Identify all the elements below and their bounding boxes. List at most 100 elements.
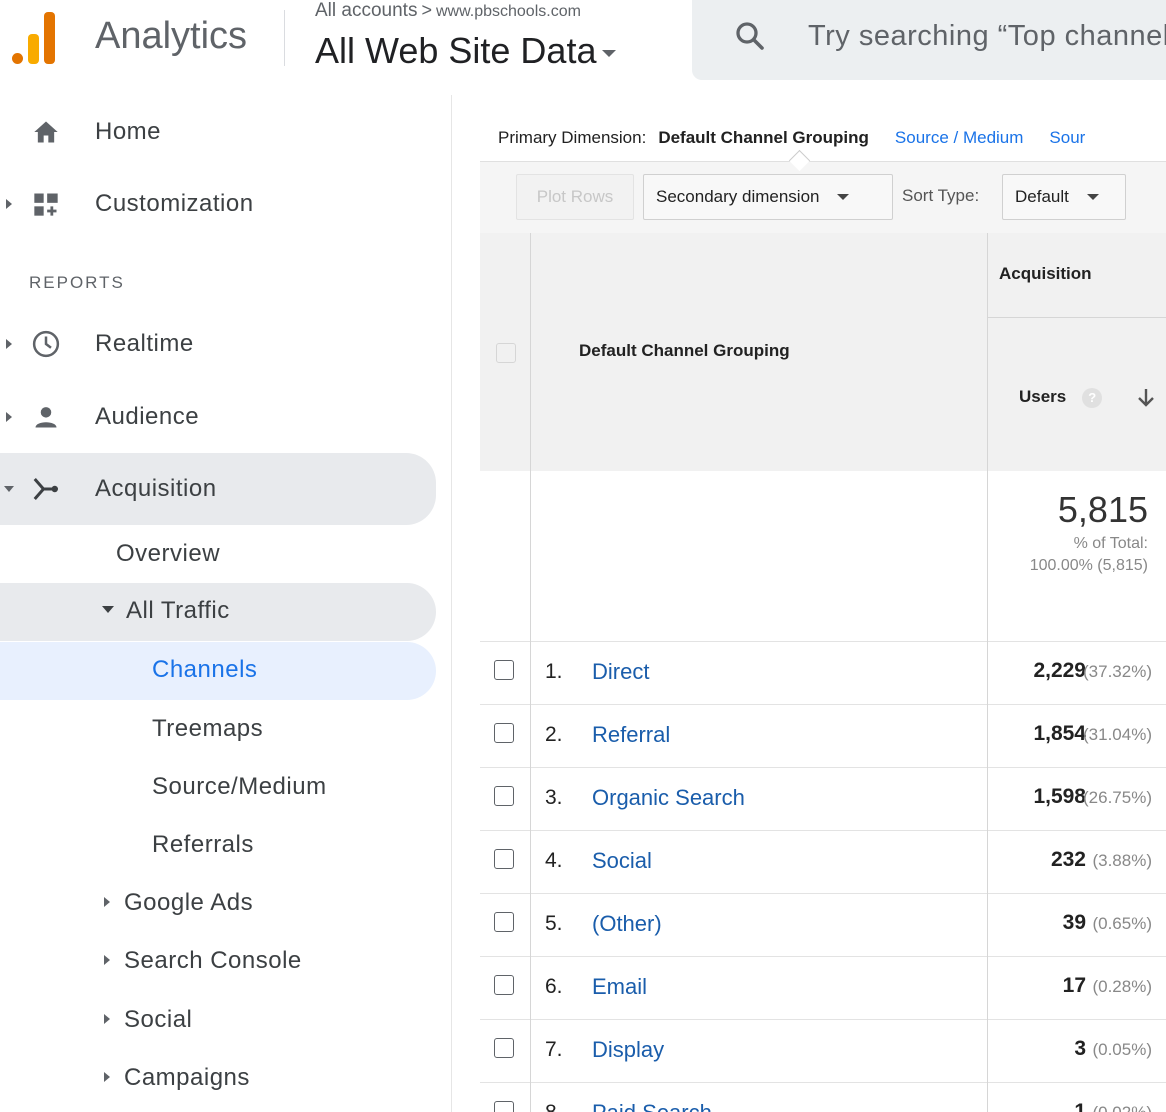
sidebar-item-label: Acquisition [95, 475, 217, 502]
users-percent: (0.05%) [1092, 1040, 1152, 1059]
sidebar-item-social[interactable]: Social [104, 1006, 192, 1034]
row-checkbox[interactable] [494, 1038, 514, 1058]
chevron-right-icon [6, 339, 12, 349]
sidebar-item-source-medium[interactable]: Source/Medium [152, 773, 327, 801]
sidebar-item-google-ads[interactable]: Google Ads [104, 889, 253, 917]
view-selector[interactable]: All Web Site Data [315, 30, 617, 72]
analytics-logo-icon[interactable] [12, 12, 60, 64]
channel-link[interactable]: Social [592, 848, 652, 874]
row-checkbox[interactable] [494, 723, 514, 743]
row-number: 4. [545, 849, 563, 872]
row-number: 5. [545, 912, 563, 935]
plot-rows-button[interactable]: Plot Rows [516, 174, 634, 220]
row-number: 2. [545, 723, 563, 746]
caret-right-icon [104, 896, 110, 907]
sidebar-item-home[interactable]: Home [0, 103, 436, 161]
breadcrumb-account[interactable]: All accounts [315, 0, 417, 21]
select-all-checkbox[interactable] [496, 343, 516, 363]
users-value: 1,854 [1033, 722, 1086, 745]
sort-type-dropdown[interactable]: Default [1002, 174, 1126, 220]
sort-type-value: Default [1015, 187, 1069, 206]
campaigns-label: Campaigns [124, 1064, 250, 1091]
sidebar-item-acquisition[interactable]: Acquisition [0, 453, 436, 525]
row-checkbox[interactable] [494, 1101, 514, 1112]
users-value: 232 [1050, 848, 1086, 871]
table-row: 6. Email 17 (0.28%) [480, 956, 1166, 1020]
dimension-link-source-medium[interactable]: Source / Medium [895, 128, 1024, 147]
primary-dimension-label: Primary Dimension: [498, 128, 647, 147]
users-value: 1,598 [1033, 785, 1086, 808]
sidebar-item-campaigns[interactable]: Campaigns [104, 1064, 250, 1092]
breadcrumb-separator: > [421, 0, 432, 20]
search-input[interactable]: Try searching “Top channels [808, 20, 1166, 53]
row-checkbox[interactable] [494, 660, 514, 680]
row-number: 7. [545, 1038, 563, 1061]
channel-link[interactable]: Email [592, 974, 647, 1000]
users-value: 1 [1074, 1100, 1086, 1112]
dimension-link-source[interactable]: Sour [1049, 128, 1085, 147]
chevron-down-icon [1086, 194, 1099, 200]
sidebar-item-all-traffic[interactable]: All Traffic [0, 583, 436, 641]
help-icon[interactable]: ? [1082, 387, 1103, 408]
table-row: 2. Referral 1,854 (31.04%) [480, 704, 1166, 768]
app-header: Analytics All accounts > www.pbschools.com… [0, 0, 1166, 95]
channel-link[interactable]: Referral [592, 722, 670, 748]
total-percent-value: 100.00% (5,815) [1029, 557, 1148, 574]
view-name: All Web Site Data [315, 30, 597, 71]
users-percent: (37.32%) [1083, 662, 1152, 681]
sidebar-item-label: Home [95, 118, 162, 145]
row-checkbox[interactable] [494, 786, 514, 806]
table-row: 1. Direct 2,229 (37.32%) [480, 641, 1166, 705]
all-traffic-label: All Traffic [102, 597, 230, 625]
table-toolbar: Plot Rows Secondary dimension Sort Type:… [480, 161, 1166, 234]
users-percent: (26.75%) [1083, 788, 1152, 807]
row-checkbox[interactable] [494, 912, 514, 932]
acquisition-group-header: Acquisition [999, 264, 1092, 283]
sidebar-item-label: Audience [95, 403, 200, 430]
sidebar-item-channels[interactable]: Channels [0, 642, 436, 700]
channel-link[interactable]: Paid Search [592, 1100, 712, 1112]
channel-link[interactable]: (Other) [592, 911, 662, 937]
google-ads-label: Google Ads [124, 889, 254, 916]
sidebar-item-label: Customization [95, 190, 254, 217]
report-main: Primary Dimension: Default Channel Groupi… [480, 95, 1166, 1112]
sidebar-item-realtime[interactable]: Realtime [0, 315, 436, 373]
header-divider [284, 10, 285, 66]
primary-dimension-value: Default Channel Grouping [658, 128, 869, 147]
chevron-right-icon [6, 199, 12, 209]
search-bar[interactable]: Try searching “Top channels [692, 0, 1166, 80]
users-percent: (31.04%) [1083, 725, 1152, 744]
person-icon [30, 401, 62, 433]
sidebar-item-search-console[interactable]: Search Console [104, 947, 302, 975]
row-number: 3. [545, 786, 563, 809]
row-checkbox[interactable] [494, 975, 514, 995]
sidebar-item-customization[interactable]: Customization [0, 175, 436, 233]
breadcrumb[interactable]: All accounts > www.pbschools.com [315, 0, 581, 22]
row-checkbox[interactable] [494, 849, 514, 869]
sidebar-item-overview[interactable]: Overview [116, 540, 220, 568]
caret-right-icon [104, 954, 110, 965]
sidebar-item-label: Realtime [95, 330, 194, 357]
total-users-value: 5,815 [1057, 489, 1148, 530]
column-divider [530, 233, 531, 1112]
acquisition-icon [30, 473, 62, 505]
arrow-down-icon[interactable] [1136, 387, 1156, 409]
sidebar-item-referrals[interactable]: Referrals [152, 831, 254, 859]
users-column-header[interactable]: Users? [1019, 387, 1103, 408]
channel-link[interactable]: Direct [592, 659, 649, 685]
sidebar-item-treemaps[interactable]: Treemaps [152, 715, 263, 743]
dashboard-icon [30, 188, 62, 220]
header-divider [988, 317, 1166, 318]
secondary-dimension-dropdown[interactable]: Secondary dimension [643, 174, 893, 220]
channel-link[interactable]: Organic Search [592, 785, 745, 811]
caret-right-icon [104, 1071, 110, 1082]
total-percent-label: % of Total: [1073, 535, 1148, 552]
sidebar-item-audience[interactable]: Audience [0, 388, 436, 446]
users-value: 3 [1074, 1037, 1086, 1060]
channel-link[interactable]: Display [592, 1037, 664, 1063]
table-row: 4. Social 232 (3.88%) [480, 830, 1166, 894]
sort-type-label: Sort Type: [902, 186, 980, 205]
breadcrumb-site[interactable]: www.pbschools.com [436, 3, 581, 20]
dimension-column-header[interactable]: Default Channel Grouping [579, 341, 790, 361]
caret-right-icon [104, 1013, 110, 1024]
